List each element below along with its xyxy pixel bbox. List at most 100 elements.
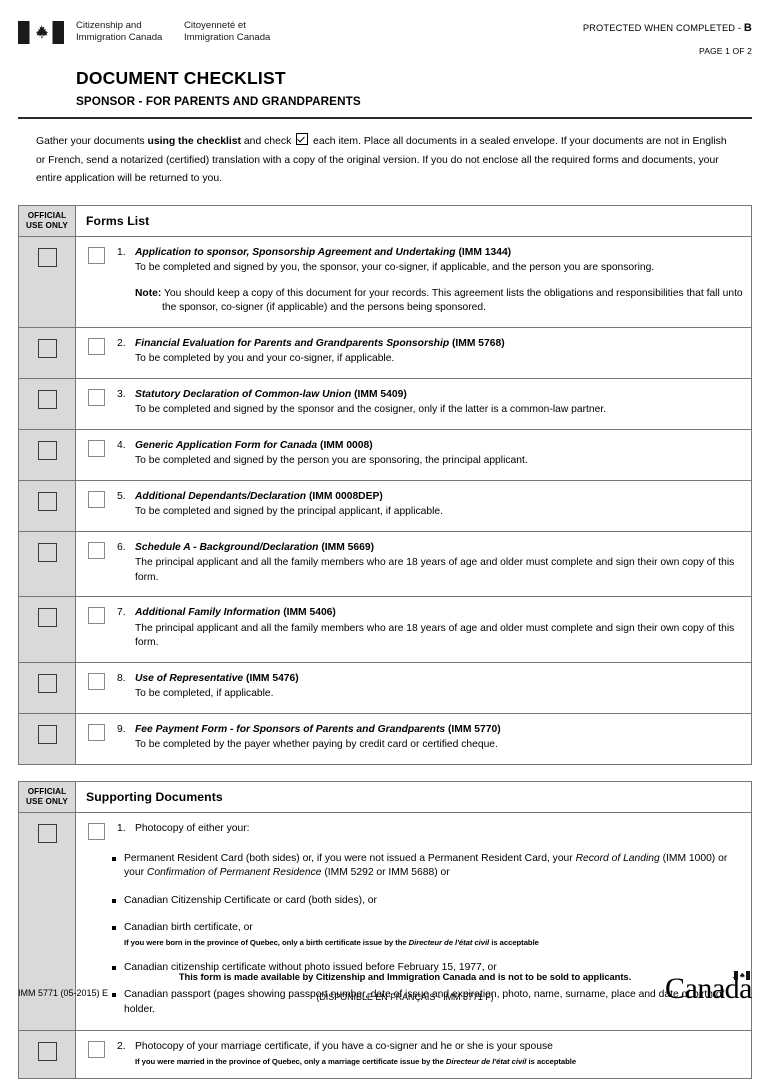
item-description: To be completed and signed by the princi… (135, 506, 443, 517)
forms-item-8: 8. Use of Representative (IMM 5476) To b… (75, 661, 752, 714)
table-header-row: OFFICIAL USE ONLY Forms List (18, 204, 752, 237)
forms-list-table: OFFICIAL USE ONLY Forms List 1. Applicat… (18, 204, 752, 765)
item-note-continued: the sponsor, co-signer (if applicable) a… (162, 302, 486, 313)
official-use-checkbox[interactable] (37, 247, 57, 267)
official-use-checkbox[interactable] (37, 338, 57, 358)
item-number: 1. (117, 246, 126, 258)
title-block: DOCUMENT CHECKLIST SPONSOR - FOR PARENTS… (18, 68, 752, 109)
bullet-fineprint: If you were born in the province of Queb… (124, 937, 539, 947)
item-description: To be completed, if applicable. (135, 688, 274, 699)
table-row: 2. Financial Evaluation for Parents and … (18, 326, 752, 379)
page-subtitle: SPONSOR - FOR PARENTS AND GRANDPARENTS (76, 95, 361, 108)
page-header: Citizenship and Immigration Canada Citoy… (18, 0, 752, 60)
form-code: (IMM 5409) (354, 388, 407, 400)
square-bullet-icon (112, 856, 116, 861)
official-use-only-header: OFFICIAL USE ONLY (18, 780, 76, 813)
form-name: Financial Evaluation for Parents and Gra… (135, 337, 450, 349)
official-use-checkbox[interactable] (37, 389, 57, 409)
table-row: 3. Statutory Declaration of Common-law U… (18, 377, 752, 430)
intro-part-1: Gather your documents (36, 136, 148, 147)
item-number: 8. (117, 672, 126, 684)
intro-bold-checklist: using the checklist (147, 136, 242, 147)
protected-level: B (743, 22, 752, 34)
item-text: Generic Application Form for Canada (IMM… (135, 439, 743, 469)
official-use-checkbox[interactable] (37, 1042, 57, 1061)
forms-item-1: 1. Application to sponsor, Sponsorship A… (75, 235, 752, 328)
item-number: 3. (117, 388, 126, 400)
checked-checkbox-icon (296, 133, 309, 145)
form-name: Schedule A - Background/Declaration (135, 541, 319, 553)
note-text: You should keep a copy of this document … (161, 287, 743, 299)
item-text: Photocopy of your marriage certificate, … (135, 1040, 743, 1067)
item-text: Use of Representative (IMM 5476) To be c… (135, 672, 743, 702)
item-number: 2. (117, 1041, 126, 1052)
item-number: 4. (117, 439, 126, 451)
intro-paragraph: Gather your documents using the checklis… (18, 119, 752, 189)
forms-item-9: 9. Fee Payment Form - for Sponsors of Pa… (75, 712, 752, 765)
protected-label: PROTECTED WHEN COMPLETED - B (582, 22, 752, 34)
list-item: Canadian birth certificate, or If you we… (76, 921, 743, 948)
item-checkbox[interactable] (88, 822, 105, 840)
item-text: Photocopy of either your: (135, 822, 250, 834)
note-label: Note: (135, 287, 162, 299)
form-code: (IMM 1344) (458, 246, 512, 258)
table-row: 6. Schedule A - Background/Declaration (… (18, 530, 752, 597)
official-use-checkbox[interactable] (37, 823, 57, 843)
official-use-checkbox[interactable] (37, 608, 57, 627)
list-item: Permanent Resident Card (both sides) or,… (76, 852, 743, 881)
item-checkbox[interactable] (88, 337, 105, 355)
official-use-cell (18, 479, 76, 532)
supporting-documents-heading: Supporting Documents (75, 780, 752, 813)
table-header-row: OFFICIAL USE ONLY Supporting Documents (18, 780, 752, 813)
item-checkbox[interactable] (88, 672, 105, 690)
supporting-item-2: 2. Photocopy of your marriage certificat… (75, 1030, 752, 1079)
item-checkbox[interactable] (88, 439, 105, 457)
form-name: Generic Application Form for Canada (135, 439, 318, 451)
item-text: Additional Family Information (IMM 5406)… (135, 606, 743, 651)
item-checkbox[interactable] (88, 607, 105, 624)
official-use-checkbox[interactable] (37, 724, 57, 744)
table-row: 1. Application to sponsor, Sponsorship A… (18, 235, 752, 328)
bullet-text: Permanent Resident Card (both sides) or,… (124, 852, 728, 879)
table-row: 5. Additional Dependants/Declaration (IM… (18, 479, 752, 532)
form-name: Statutory Declaration of Common-law Unio… (135, 388, 352, 400)
document-page: Citizenship and Immigration Canada Citoy… (0, 0, 770, 1079)
item-text: Financial Evaluation for Parents and Gra… (135, 337, 743, 367)
item-checkbox[interactable] (88, 388, 105, 406)
item-description: To be completed and signed by you, the s… (135, 262, 655, 273)
form-name: Additional Dependants/Declaration (135, 490, 307, 502)
forms-item-7: 7. Additional Family Information (IMM 54… (75, 596, 752, 663)
item-checkbox[interactable] (88, 723, 105, 741)
official-use-checkbox[interactable] (37, 491, 57, 511)
official-use-checkbox[interactable] (37, 440, 57, 460)
official-use-checkbox[interactable] (37, 673, 57, 693)
official-use-checkbox[interactable] (37, 542, 57, 562)
table-row: 9. Fee Payment Form - for Sponsors of Pa… (18, 712, 752, 765)
department-name-fr: Citoyenneté et Immigration Canada (184, 20, 271, 43)
list-item: Canadian Citizenship Certificate or card… (76, 894, 743, 909)
form-code: (IMM 0008DEP) (308, 490, 383, 502)
intro-part-2: and check (241, 136, 295, 147)
item-text: Additional Dependants/Declaration (IMM 0… (135, 490, 743, 520)
item-checkbox[interactable] (88, 490, 105, 508)
form-code: (IMM 5406) (283, 607, 336, 618)
department-names: Citizenship and Immigration Canada Citoy… (76, 20, 304, 43)
official-use-cell (18, 712, 76, 765)
item-checkbox[interactable] (88, 246, 105, 264)
item-number: 5. (117, 490, 126, 502)
item-note: Note: You should keep a copy of this doc… (135, 287, 743, 302)
footer-availability-notice: This form is made available by Citizensh… (178, 971, 632, 982)
footer-notice: This form is made available by Citizensh… (168, 971, 642, 1008)
official-use-cell (18, 235, 76, 328)
table-row: 2. Photocopy of your marriage certificat… (18, 1030, 752, 1079)
form-code: (IMM 5476) (246, 672, 299, 684)
canada-flag-icon (18, 21, 64, 44)
form-code: (IMM 5669) (321, 541, 375, 553)
supporting-documents-table: OFFICIAL USE ONLY Supporting Documents 1… (18, 780, 752, 1079)
footer-french-notice: (DISPONIBLE EN FRANÇAIS - IMM 5771 F) (316, 992, 494, 1002)
item-checkbox[interactable] (88, 1041, 105, 1058)
item-checkbox[interactable] (88, 541, 105, 559)
official-use-cell (18, 661, 76, 714)
official-use-only-header: OFFICIAL USE ONLY (18, 204, 76, 237)
item-fineprint: If you were married in the province of Q… (135, 1056, 577, 1066)
